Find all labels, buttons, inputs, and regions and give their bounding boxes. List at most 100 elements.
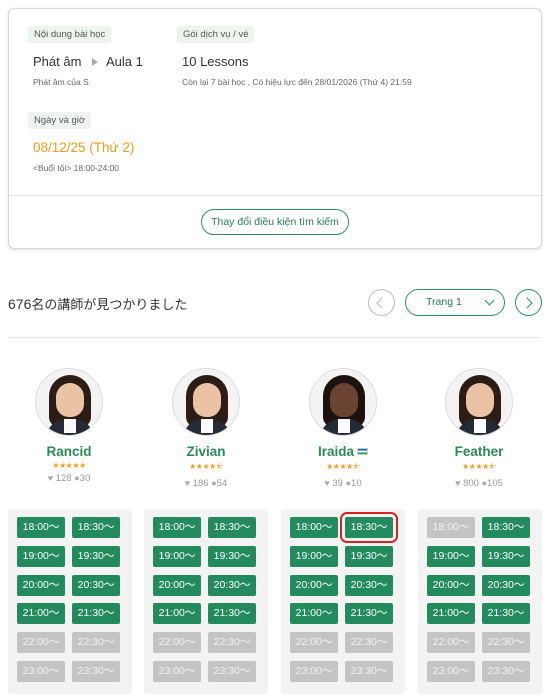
time-slot-button: 22:00〜 (427, 632, 475, 654)
time-slot-button[interactable]: 20:00〜 (153, 574, 201, 596)
time-range: <Buổi tối> 18:00-24:00 (33, 163, 119, 173)
teacher-card[interactable]: Feather ★★★★⯪ ♥ 800 ●105 (415, 368, 543, 489)
page-select-value: Trang 1 (426, 296, 462, 308)
card-divider (9, 195, 541, 196)
time-slot-button[interactable]: 20:30〜 (208, 574, 256, 596)
time-slot-button[interactable]: 21:30〜 (208, 603, 256, 625)
time-range-value: 18:00-24:00 (73, 163, 120, 173)
teacher-name[interactable]: Iraida (279, 444, 407, 459)
avatar[interactable] (445, 368, 513, 436)
flag-icon (357, 448, 369, 455)
results-count-suffix: 名の講師が見つかりました (31, 297, 188, 312)
avatar[interactable] (309, 368, 377, 436)
time-slot-button[interactable]: 21:30〜 (345, 603, 393, 625)
time-slot-button[interactable]: 19:30〜 (482, 545, 530, 567)
time-slots-grid: 18:00〜 18:30〜 19:00〜 19:30〜 20:00〜 20:30〜 21:0… (8, 509, 132, 694)
lesson-content-label: Nội dung bài học (28, 26, 112, 43)
time-slot-button: 23:00〜 (153, 661, 201, 682)
teacher-stats: ♥ 186 ●54 (142, 478, 270, 489)
page-select[interactable]: Trang 1 (405, 289, 505, 316)
time-slot-button[interactable]: 21:30〜 (72, 603, 120, 625)
time-slot-button[interactable]: 19:30〜 (72, 545, 120, 567)
time-slot-button: 22:00〜 (153, 632, 201, 654)
time-slot-button[interactable]: 18:30〜 (340, 512, 398, 543)
change-search-conditions-button[interactable]: Thay đổi điều kiện tìm kiếm (201, 209, 349, 235)
likes-count: 800 (463, 478, 479, 489)
time-slots-grid: 18:00〜 18:30〜 19:00〜 19:30〜 20:00〜 20:30〜 21:0… (144, 509, 268, 694)
time-slot-button[interactable]: 19:00〜 (290, 545, 338, 567)
time-slot-button[interactable]: 18:30〜 (208, 517, 256, 538)
time-slot-button[interactable]: 20:00〜 (290, 574, 338, 596)
time-slot-button[interactable]: 19:00〜 (427, 545, 475, 567)
teacher-name[interactable]: Feather (415, 444, 543, 459)
chevron-down-icon (484, 295, 495, 306)
time-slot-button[interactable]: 21:00〜 (427, 603, 475, 625)
time-slot-button[interactable]: 21:00〜 (153, 603, 201, 625)
teacher-card[interactable]: Rancid ★★★★★ ♥ 128 ●30 (5, 368, 133, 484)
time-slot-button[interactable]: 19:30〜 (345, 545, 393, 567)
time-slot-button[interactable]: 18:00〜 (290, 517, 338, 538)
time-slot-button: 22:30〜 (72, 632, 120, 654)
avatar[interactable] (35, 368, 103, 436)
time-slot-button[interactable]: 20:30〜 (482, 574, 530, 596)
heart-icon: ♥ (324, 478, 330, 488)
teacher-stats: ♥ 39 ●10 (279, 478, 407, 489)
time-slot-button: 23:30〜 (482, 661, 530, 682)
time-slot-button: 23:30〜 (208, 661, 256, 682)
time-slot-button[interactable]: 21:00〜 (17, 603, 65, 625)
heart-icon: ♥ (184, 478, 191, 488)
teacher-name-text[interactable]: Iraida (318, 444, 354, 459)
rating-stars: ★★★★⯪ (462, 462, 496, 471)
time-slots-grid: 18:00〜 18:30〜 19:00〜 19:30〜 20:00〜 20:30〜 21:0… (418, 509, 542, 694)
time-slot-button: 23:00〜 (290, 661, 338, 682)
chevron-left-icon (376, 297, 388, 309)
comments-count: 105 (487, 478, 503, 489)
avatar[interactable] (172, 368, 240, 436)
prev-page-button[interactable] (368, 289, 395, 316)
time-slot-button[interactable]: 18:00〜 (17, 517, 65, 538)
time-slot-button: 18:00〜 (427, 517, 475, 538)
time-slot-button: 23:00〜 (17, 661, 65, 682)
results-divider (8, 337, 542, 338)
chevron-right-icon (521, 297, 533, 309)
time-slot-button[interactable]: 20:00〜 (427, 574, 475, 596)
teacher-stats: ♥ 128 ●30 (5, 473, 133, 484)
results-count: 676名の講師が見つかりました (8, 294, 187, 313)
time-slot-button: 22:30〜 (345, 632, 393, 654)
time-slot-button: 22:00〜 (17, 632, 65, 654)
lesson-main: Phát âm (33, 54, 82, 69)
rating-stars: ★★★★★ (52, 461, 86, 470)
time-slot-button[interactable]: 19:30〜 (208, 545, 256, 567)
heart-icon: ♥ (455, 478, 461, 488)
breadcrumb-arrow-icon (92, 58, 98, 66)
search-conditions-card: Nội dung bài học Phát âm Aula 1 Phát âm … (8, 8, 542, 249)
time-slot-button[interactable]: 20:30〜 (345, 574, 393, 596)
time-slot-button[interactable]: 18:00〜 (153, 517, 201, 538)
next-page-button[interactable] (515, 289, 542, 316)
time-slot-button[interactable]: 18:30〜 (482, 517, 530, 538)
comments-count: 30 (79, 473, 91, 484)
teacher-card[interactable]: Zivian ★★★★⯪ ♥ 186 ●54 (142, 368, 270, 489)
selected-date: 08/12/25 (Thứ 2) (33, 140, 135, 155)
results-count-number: 676 (8, 296, 32, 312)
rating-stars: ★★★★⯪ (189, 462, 223, 471)
time-slot-button: 23:30〜 (72, 661, 120, 682)
time-range-label: <Buổi tối> (33, 163, 72, 173)
time-slot-button[interactable]: 21:30〜 (482, 603, 530, 625)
lesson-sub: Aula 1 (106, 54, 143, 69)
comments-count: 10 (351, 478, 362, 489)
teacher-card[interactable]: Iraida ★★★★⯪ ♥ 39 ●10 (279, 368, 407, 489)
time-slot-button[interactable]: 21:00〜 (290, 603, 338, 625)
date-time-label: Ngày và giờ (28, 112, 92, 129)
time-slots-grid: 18:00〜 18:30〜 19:00〜 19:30〜 20:00〜 20:30〜 21:0… (281, 509, 405, 694)
teacher-name[interactable]: Zivian (142, 444, 270, 459)
teacher-name[interactable]: Rancid (5, 444, 133, 459)
time-slot-button[interactable]: 19:00〜 (17, 545, 65, 567)
time-slot-button[interactable]: 20:00〜 (17, 574, 65, 596)
package-label: Gói dịch vụ / vé (177, 26, 255, 43)
likes-count: 128 (55, 473, 72, 484)
time-slot-button[interactable]: 18:30〜 (72, 517, 120, 538)
time-slot-button[interactable]: 19:00〜 (153, 545, 201, 567)
time-slot-button[interactable]: 20:30〜 (72, 574, 120, 596)
time-slot-button: 22:00〜 (290, 632, 338, 654)
